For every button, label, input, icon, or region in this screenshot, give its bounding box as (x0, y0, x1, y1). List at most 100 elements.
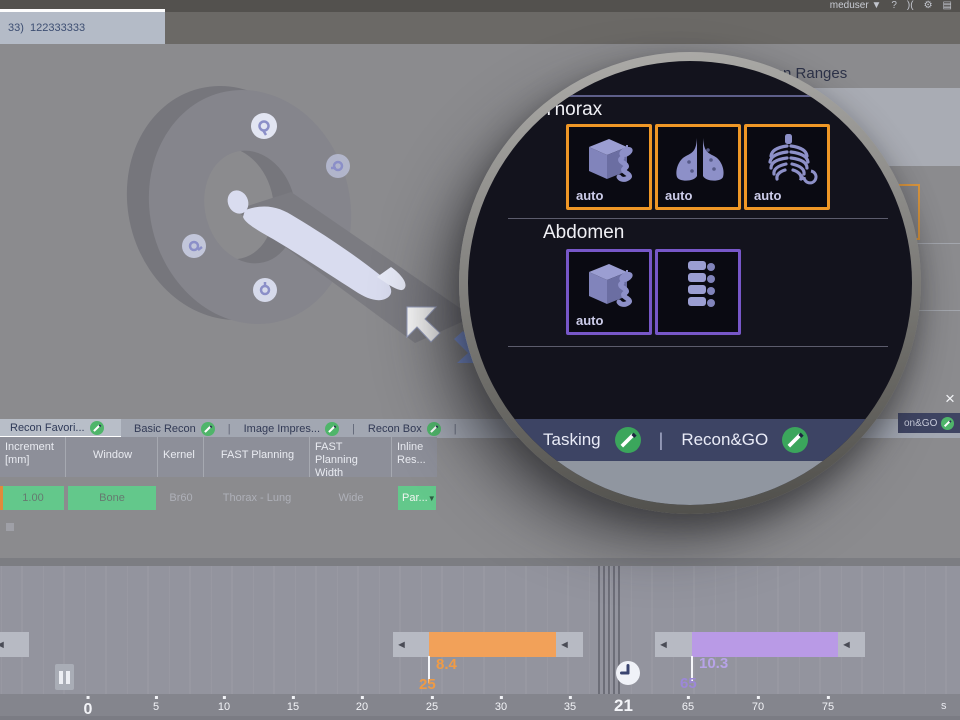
recon-range-tile-abdomen-spine[interactable] (655, 249, 741, 335)
ruler-tick: 35 (564, 696, 576, 713)
tab-tasking[interactable]: Tasking (543, 427, 641, 453)
ruler-tick: 5 (153, 696, 159, 713)
column-header: Inline Res... (392, 437, 437, 477)
section-divider (508, 218, 888, 219)
magnified-tab-bar: Tasking | Recon&GO (468, 419, 912, 461)
pause-button[interactable] (55, 664, 74, 690)
magnifier-overlay: Thorax auto (459, 52, 921, 514)
edit-pen-icon (90, 421, 104, 435)
auto-label: auto (576, 313, 603, 328)
clock-icon (615, 660, 641, 686)
top-bar-controls: meduser ▼ ? )( ⚙ ▤ (830, 0, 952, 12)
segment2-start-label: 21 (614, 696, 633, 716)
ruler-tick: 20 (356, 696, 368, 713)
lungs-icon (670, 131, 730, 187)
tick-dot (687, 696, 690, 699)
spine-icon (670, 256, 730, 312)
ribcage-icon (759, 131, 819, 187)
column-header: FAST Planning (204, 437, 310, 477)
tick-dot (292, 696, 295, 699)
range2-start-handle[interactable]: ◄ (655, 632, 695, 657)
settings-gear-icon[interactable]: ⚙ (924, 0, 933, 12)
edit-pen-icon (782, 427, 808, 453)
timeline-ruler[interactable] (0, 694, 960, 720)
tab-separator: | (352, 423, 355, 435)
recon-range-tile-thorax-ribcage[interactable]: auto (744, 124, 830, 210)
cube-gut-icon (581, 131, 641, 187)
auto-label: auto (754, 188, 781, 203)
row-accent-marker (0, 486, 3, 510)
range1-start-handle[interactable]: ◄ (393, 632, 432, 657)
cell-fast-planning[interactable]: Thorax - Lung (204, 486, 310, 510)
recon-range-tile-abdomen-cube-gut[interactable]: auto (566, 249, 652, 335)
magnifier-content: Thorax auto (468, 61, 912, 505)
tab-image-impression[interactable]: Image Impres... (240, 422, 343, 436)
layout-grid-icon[interactable]: ▤ (943, 0, 952, 12)
pause-bar (66, 671, 70, 684)
column-header: Increment [mm] (0, 437, 66, 477)
patient-tab[interactable]: 33) 122333333 (0, 9, 165, 44)
tick-dot (569, 696, 572, 699)
tick-dot (223, 696, 226, 699)
recon-table-header: Increment [mm] Window Kernel FAST Planni… (0, 437, 437, 477)
dropdown-value: Par... (402, 492, 428, 504)
collapse-icon[interactable]: )( (907, 0, 914, 12)
tab-label: Recon Favori... (10, 422, 85, 434)
cell-window[interactable]: Bone (68, 486, 156, 510)
tab-recon-box[interactable]: Recon Box (364, 422, 445, 436)
tab-label: Image Impres... (244, 423, 320, 435)
magnified-gray-area (468, 461, 912, 505)
edit-pen-icon (201, 422, 215, 436)
panel-top-border (468, 95, 912, 97)
timeline-area (0, 566, 960, 694)
pause-bar (59, 671, 63, 684)
auto-label: auto (576, 188, 603, 203)
recon-range-tile-thorax-lungs[interactable]: auto (655, 124, 741, 210)
edit-pen-icon (615, 427, 641, 453)
help-icon[interactable]: ? (891, 0, 897, 12)
range2-duration-label: 10.3 (699, 655, 728, 672)
range2-bar[interactable] (692, 632, 838, 657)
app-window: meduser ▼ ? )( ⚙ ▤ 33) 122333333 (0, 0, 960, 720)
auto-label: auto (665, 188, 692, 203)
edit-pen-icon (427, 422, 441, 436)
ruler-tick: 25 (426, 696, 438, 713)
range1-start-label: 25 (419, 676, 436, 693)
tick-dot (757, 696, 760, 699)
ruler-tick: 10 (218, 696, 230, 713)
range2-end-handle[interactable]: ◄ (838, 632, 865, 657)
range1-bar[interactable] (429, 632, 556, 657)
tab-separator: | (454, 423, 457, 435)
tab-label: Recon Box (368, 423, 422, 435)
tab-recon-and-go[interactable]: Recon&GO (681, 427, 808, 453)
range2-start-label: 65 (680, 675, 697, 692)
ruler-tick: 75 (822, 696, 834, 713)
cell-inline-res-dropdown[interactable]: Par... ▼ (398, 486, 436, 510)
tab-recon-favorites[interactable]: Recon Favori... (0, 419, 121, 438)
cell-kernel[interactable]: Br60 (158, 486, 204, 510)
tab-separator: | (659, 430, 664, 451)
tick-dot (827, 696, 830, 699)
tick-dot (155, 696, 158, 699)
cell-increment[interactable]: 1.00 (2, 486, 64, 510)
close-icon[interactable]: × (941, 390, 959, 408)
tick-dot (500, 696, 503, 699)
tab-label: Recon&GO (681, 430, 768, 450)
username-menu[interactable]: meduser ▼ (830, 0, 882, 12)
patient-tab-label: 33) 122333333 (8, 22, 85, 34)
ruler-tick: 0 (84, 696, 93, 719)
column-header: FAST Planning Width (310, 437, 392, 477)
tab-label: Basic Recon (134, 423, 196, 435)
range1-duration-label: 8.4 (436, 656, 457, 673)
column-header: Window (66, 437, 158, 477)
range1-end-handle[interactable]: ◄ (556, 632, 583, 657)
tab-separator: | (228, 423, 231, 435)
ruler-tick: 15 (287, 696, 299, 713)
caret-down-icon[interactable]: ▼ (871, 0, 881, 11)
cell-fast-planning-width[interactable]: Wide (310, 486, 392, 510)
handle-arrow-icon: ◄ (0, 639, 6, 651)
tab-basic-recon[interactable]: Basic Recon (130, 422, 219, 436)
timeline-left-handle[interactable]: ◄ (0, 632, 29, 657)
edit-pen-icon (941, 417, 954, 430)
recon-range-tile-thorax-cube-gut[interactable]: auto (566, 124, 652, 210)
